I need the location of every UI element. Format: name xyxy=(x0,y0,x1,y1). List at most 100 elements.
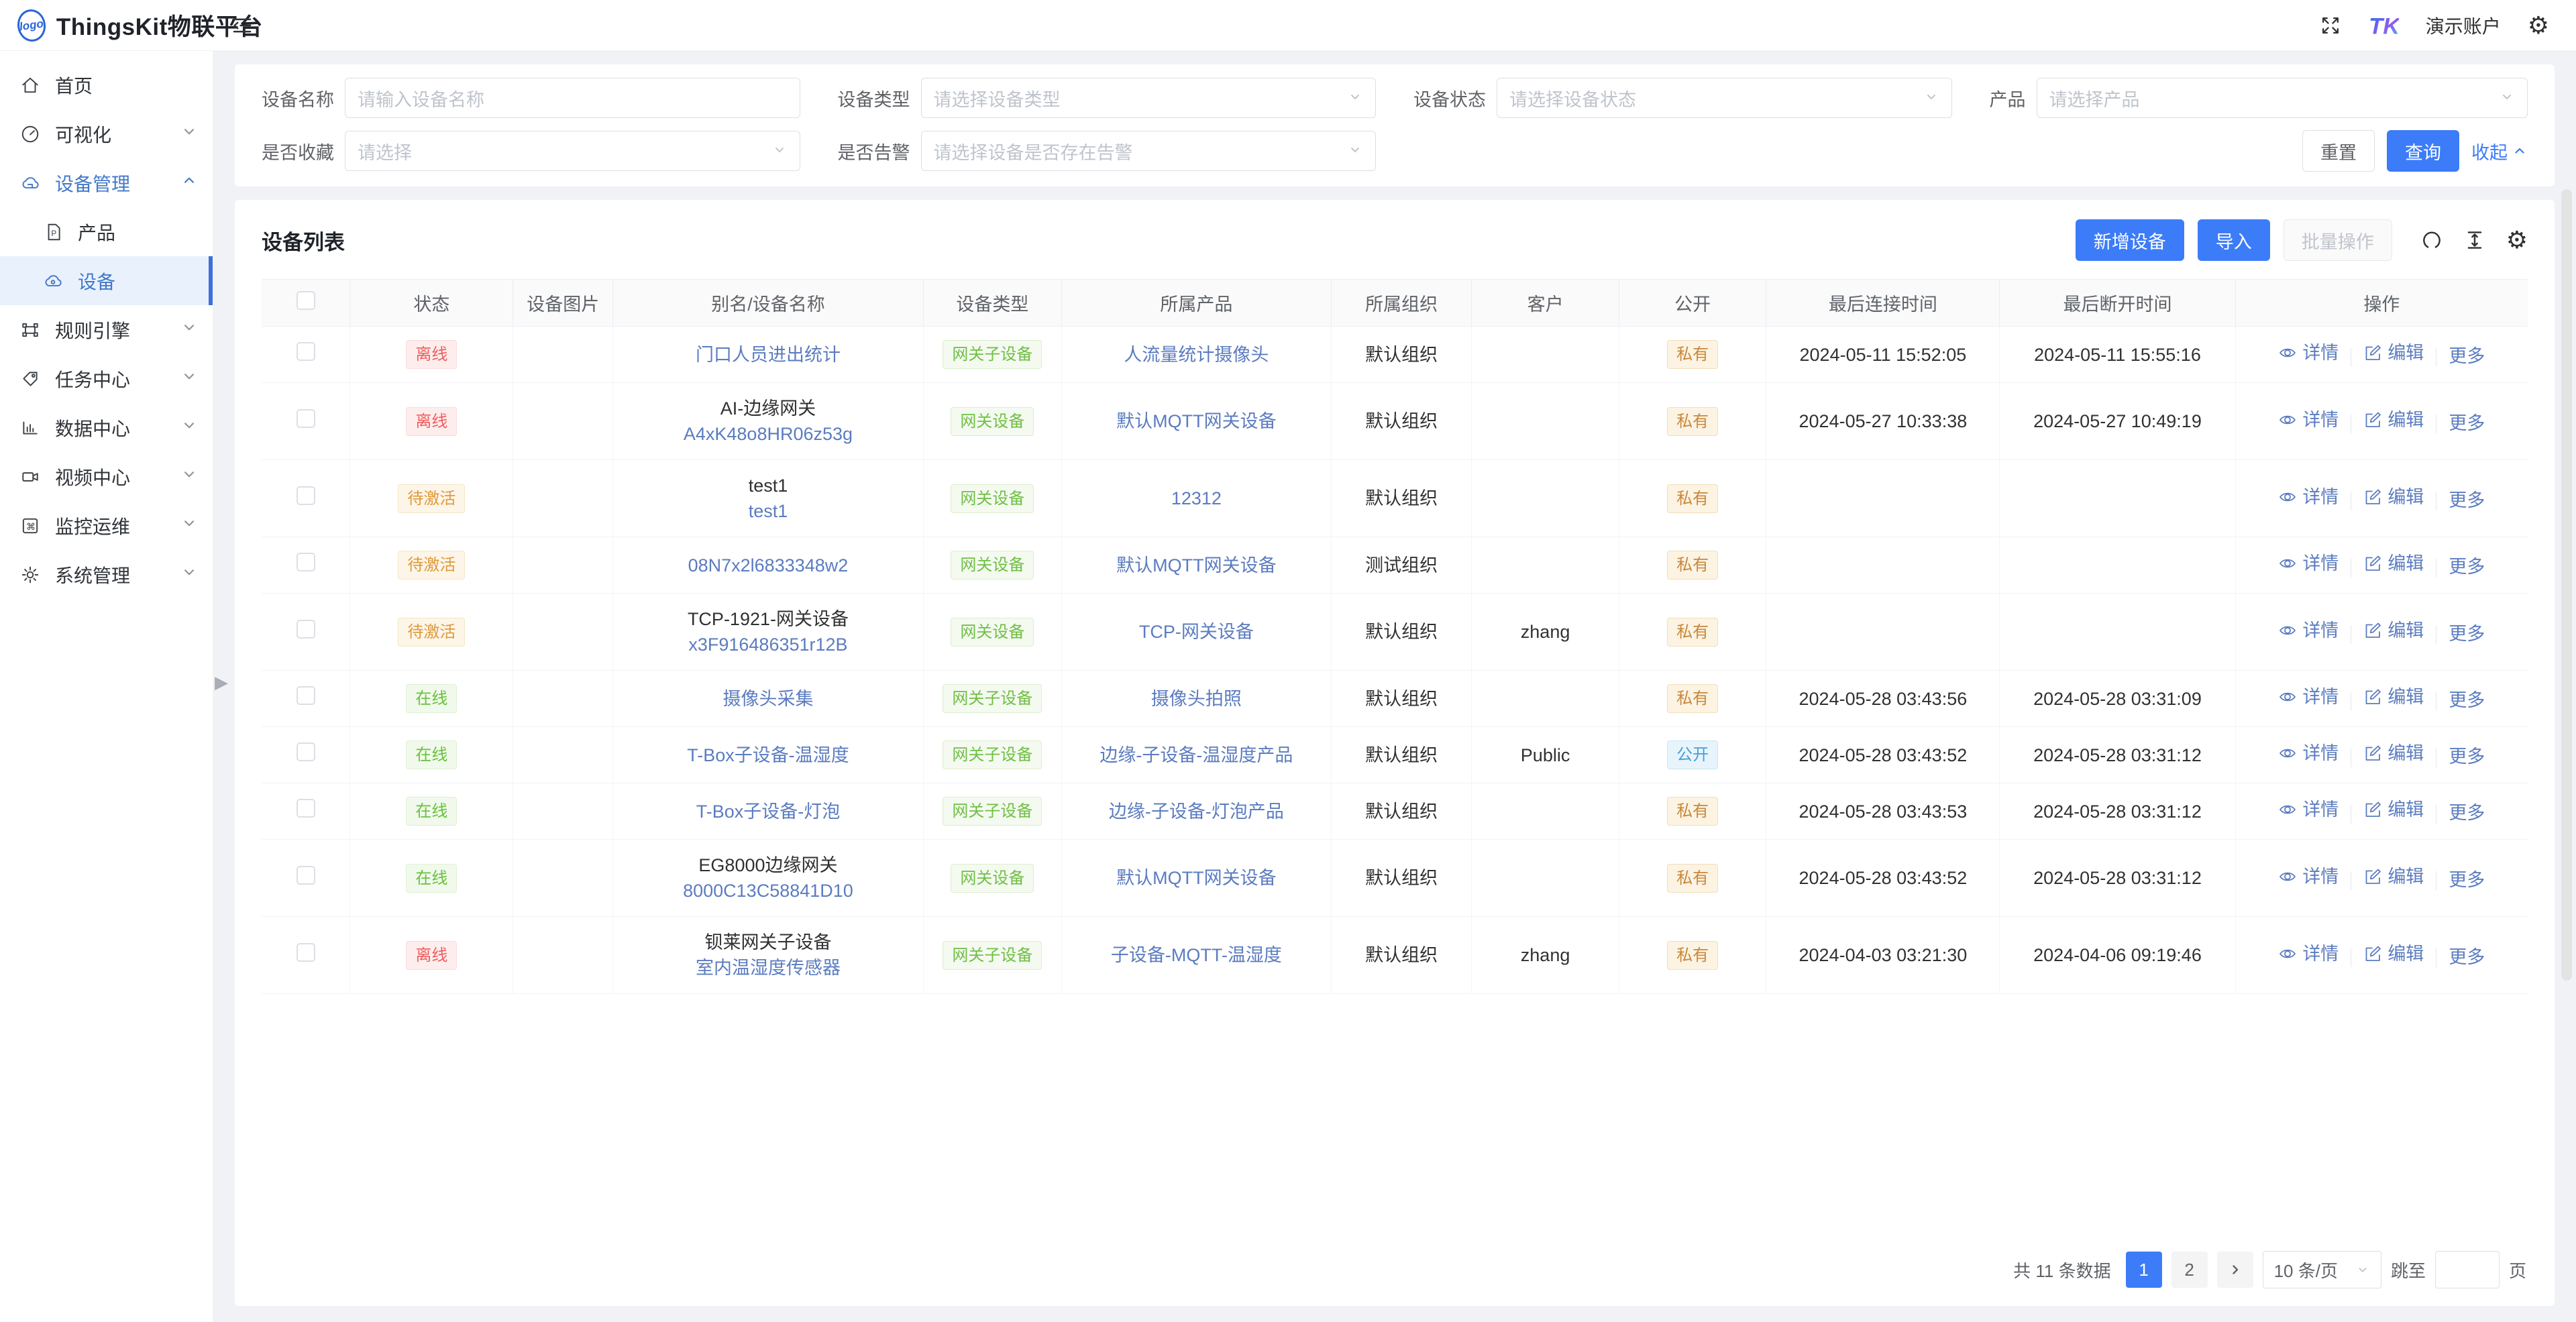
fullscreen-icon[interactable] xyxy=(2320,15,2341,36)
more-link[interactable]: 更多 xyxy=(2449,344,2485,368)
detail-link[interactable]: 详情 xyxy=(2278,865,2339,889)
row-checkbox[interactable] xyxy=(297,866,315,885)
device-name-input[interactable]: 请输入设备名称 xyxy=(345,78,800,118)
edit-icon xyxy=(2363,554,2382,573)
page-button-2[interactable]: 2 xyxy=(2171,1252,2208,1288)
sidebar-item-video-center[interactable]: 视频中心 xyxy=(0,452,213,501)
device-name-link[interactable]: x3F916486351r12B xyxy=(688,632,847,657)
detail-link[interactable]: 详情 xyxy=(2278,485,2339,509)
row-checkbox[interactable] xyxy=(297,486,315,505)
device-name-link[interactable]: T-Box子设备-灯泡 xyxy=(696,800,841,824)
more-link[interactable]: 更多 xyxy=(2449,945,2485,969)
header-settings-icon[interactable]: ⚙ xyxy=(2528,11,2549,40)
product-link[interactable]: 默认MQTT网关设备 xyxy=(1116,555,1276,575)
add-device-button[interactable]: 新增设备 xyxy=(2076,219,2184,261)
edit-link[interactable]: 编辑 xyxy=(2363,485,2424,509)
device-status-select[interactable]: 请选择设备状态 xyxy=(1497,78,1952,118)
scrollbar[interactable] xyxy=(2561,189,2572,981)
row-checkbox[interactable] xyxy=(297,553,315,571)
product-link[interactable]: 默认MQTT网关设备 xyxy=(1116,411,1276,431)
device-name-link[interactable]: T-Box子设备-温湿度 xyxy=(687,743,849,767)
product-select[interactable]: 请选择产品 xyxy=(2037,78,2528,118)
row-checkbox[interactable] xyxy=(297,620,315,639)
row-checkbox[interactable] xyxy=(297,799,315,818)
user-avatar[interactable]: TK xyxy=(2368,10,2399,41)
detail-link[interactable]: 详情 xyxy=(2278,618,2339,643)
sidebar-item-rule-engine[interactable]: 规则引擎 xyxy=(0,305,213,354)
more-link[interactable]: 更多 xyxy=(2449,801,2485,825)
product-link[interactable]: 默认MQTT网关设备 xyxy=(1116,868,1276,888)
column-settings-icon[interactable]: ⚙ xyxy=(2506,229,2528,252)
sidebar-item-home[interactable]: 首页 xyxy=(0,60,213,109)
device-name-link[interactable]: 门口人员进出统计 xyxy=(696,343,841,367)
edit-link[interactable]: 编辑 xyxy=(2363,408,2424,432)
detail-link[interactable]: 详情 xyxy=(2278,741,2339,765)
product-link[interactable]: 摄像头拍照 xyxy=(1151,689,1242,709)
product-link[interactable]: 12312 xyxy=(1171,488,1222,508)
device-name-link[interactable]: test1 xyxy=(749,499,788,523)
product-link[interactable]: 子设备-MQTT-温湿度 xyxy=(1111,945,1282,965)
edit-link[interactable]: 编辑 xyxy=(2363,942,2424,966)
detail-link[interactable]: 详情 xyxy=(2278,341,2339,365)
alarm-select[interactable]: 请选择设备是否存在告警 xyxy=(921,131,1377,171)
more-link[interactable]: 更多 xyxy=(2449,411,2485,435)
page-size-select[interactable]: 10 条/页 xyxy=(2263,1251,2381,1288)
sidebar-item-data-center[interactable]: 数据中心 xyxy=(0,403,213,452)
more-link[interactable]: 更多 xyxy=(2449,745,2485,769)
sidebar-item-device[interactable]: 设备 xyxy=(0,256,213,305)
detail-link[interactable]: 详情 xyxy=(2278,408,2339,432)
product-link[interactable]: 人流量统计摄像头 xyxy=(1124,345,1269,365)
detail-link[interactable]: 详情 xyxy=(2278,942,2339,966)
more-link[interactable]: 更多 xyxy=(2449,622,2485,646)
device-name-link[interactable]: 8000C13C58841D10 xyxy=(683,879,853,903)
sidebar-item-system-management[interactable]: 系统管理 xyxy=(0,550,213,599)
page-button-1[interactable]: 1 xyxy=(2126,1252,2162,1288)
more-link[interactable]: 更多 xyxy=(2449,555,2485,579)
device-name-link[interactable]: 08N7x2l6833348w2 xyxy=(688,553,849,577)
edit-link[interactable]: 编辑 xyxy=(2363,865,2424,889)
edit-link[interactable]: 编辑 xyxy=(2363,341,2424,365)
edit-link[interactable]: 编辑 xyxy=(2363,685,2424,709)
sidebar-item-monitor-ops[interactable]: ⌘ 监控运维 xyxy=(0,501,213,550)
row-checkbox[interactable] xyxy=(297,342,315,361)
device-type-select[interactable]: 请选择设备类型 xyxy=(921,78,1377,118)
more-link[interactable]: 更多 xyxy=(2449,488,2485,512)
more-link[interactable]: 更多 xyxy=(2449,868,2485,892)
account-name[interactable]: 演示账户 xyxy=(2426,12,2501,39)
favorite-select[interactable]: 请选择 xyxy=(345,131,800,171)
select-all-checkbox[interactable] xyxy=(297,291,315,310)
batch-operation-button[interactable]: 批量操作 xyxy=(2284,219,2392,261)
row-checkbox[interactable] xyxy=(297,943,315,962)
edit-link[interactable]: 编辑 xyxy=(2363,741,2424,765)
more-link[interactable]: 更多 xyxy=(2449,688,2485,712)
detail-link[interactable]: 详情 xyxy=(2278,797,2339,822)
sidebar-expand-handle-icon[interactable]: ▶ xyxy=(215,672,228,693)
detail-link[interactable]: 详情 xyxy=(2278,551,2339,575)
edit-link[interactable]: 编辑 xyxy=(2363,551,2424,575)
jump-page-input[interactable] xyxy=(2435,1251,2500,1288)
row-checkbox[interactable] xyxy=(297,409,315,428)
edit-link[interactable]: 编辑 xyxy=(2363,797,2424,822)
row-checkbox[interactable] xyxy=(297,742,315,761)
search-button[interactable]: 查询 xyxy=(2387,130,2459,172)
product-link[interactable]: 边缘-子设备-温湿度产品 xyxy=(1099,745,1293,765)
sidebar-item-task-center[interactable]: 任务中心 xyxy=(0,354,213,403)
detail-link[interactable]: 详情 xyxy=(2278,685,2339,709)
import-button[interactable]: 导入 xyxy=(2198,219,2270,261)
sidebar-item-product[interactable]: P 产品 xyxy=(0,207,213,256)
device-name-link[interactable]: 摄像头采集 xyxy=(722,687,813,711)
product-link[interactable]: 边缘-子设备-灯泡产品 xyxy=(1109,802,1284,822)
edit-link[interactable]: 编辑 xyxy=(2363,618,2424,643)
collapse-filters-button[interactable]: 收起 xyxy=(2471,138,2528,164)
sidebar-item-device-management[interactable]: 设备管理 xyxy=(0,158,213,207)
product-link[interactable]: TCP-网关设备 xyxy=(1139,622,1254,642)
menu-fold-icon[interactable] xyxy=(231,14,254,37)
sidebar-item-visualization[interactable]: 可视化 xyxy=(0,109,213,158)
device-name-link[interactable]: 室内温湿度传感器 xyxy=(696,956,841,980)
row-checkbox[interactable] xyxy=(297,686,315,705)
next-page-button[interactable] xyxy=(2217,1252,2253,1288)
reset-button[interactable]: 重置 xyxy=(2302,130,2375,172)
row-height-icon[interactable] xyxy=(2463,229,2486,252)
device-name-link[interactable]: A4xK48o8HR06z53g xyxy=(684,422,853,446)
refresh-icon[interactable] xyxy=(2420,229,2443,252)
